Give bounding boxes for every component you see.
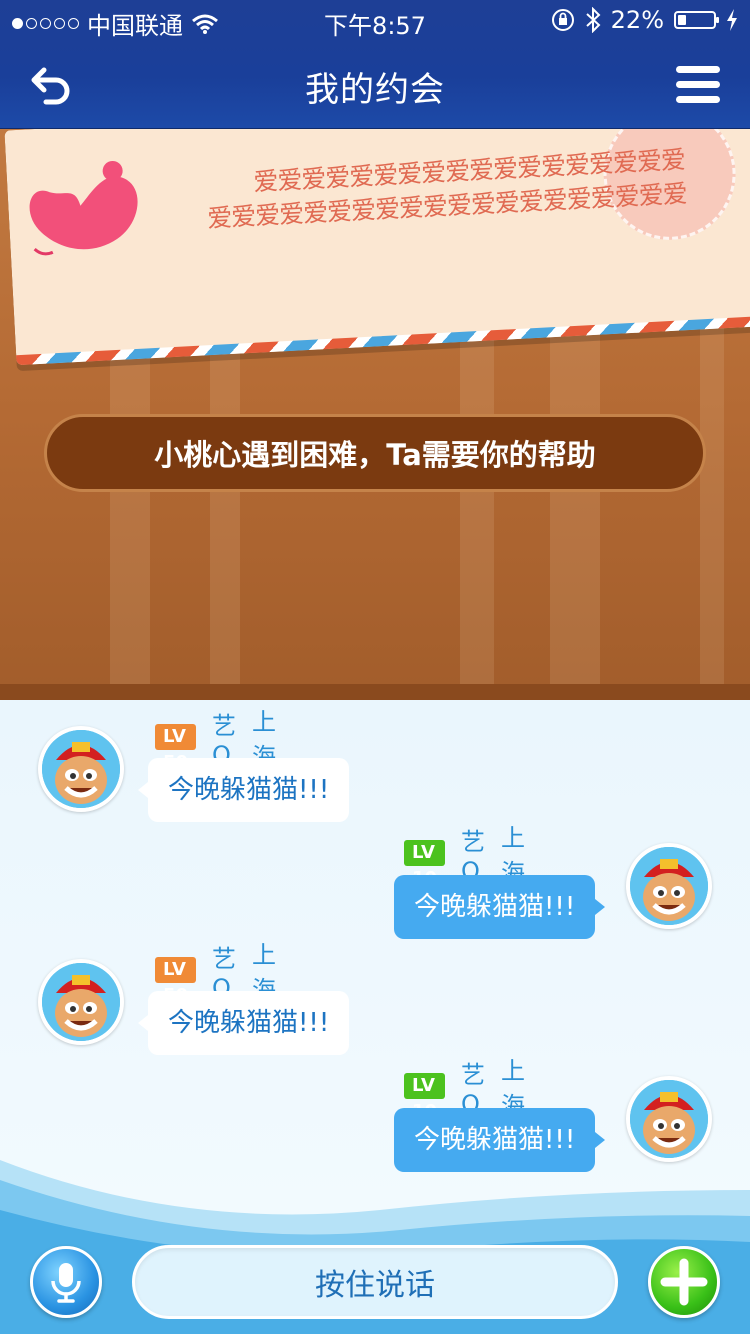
monkey-avatar-icon — [630, 1080, 708, 1158]
letter-text: 爱爱爱爱爱爱爱爱爱爱爱爱爱爱爱爱爱爱 爱爱爱爱爱爱爱爱爱爱爱爱爱爱爱爱爱爱爱爱 — [125, 143, 688, 240]
help-banner[interactable]: 小桃心遇到困难，Ta需要你的帮助 — [44, 414, 706, 492]
voice-mode-button[interactable] — [30, 1246, 102, 1318]
avatar[interactable] — [626, 1076, 712, 1162]
monkey-avatar-icon — [42, 963, 120, 1041]
message-bubble[interactable]: 今晚躲猫猫!!! — [394, 1108, 606, 1172]
battery-percent: 22% — [610, 6, 664, 34]
charging-icon — [727, 9, 737, 31]
menu-icon[interactable] — [676, 64, 720, 106]
avatar[interactable] — [626, 843, 712, 929]
message-bubble[interactable]: 今晚躲猫猫!!! — [394, 875, 606, 939]
more-options-button[interactable] — [648, 1246, 720, 1318]
top-header: 中国联通 下午8:57 22% 我的约会 — [0, 0, 750, 129]
microphone-icon — [51, 1263, 81, 1303]
status-bar: 中国联通 下午8:57 22% — [0, 0, 750, 40]
level-badge: LV 50 — [155, 957, 197, 1006]
monkey-avatar-icon — [630, 847, 708, 925]
level-badge: LV 10 — [404, 1073, 446, 1122]
hold-to-talk-button[interactable]: 按住说话 — [132, 1245, 618, 1319]
level-badge: LV 50 — [155, 724, 197, 773]
bluetooth-icon — [585, 7, 601, 33]
avatar[interactable] — [38, 959, 124, 1045]
date-scene: 爱爱爱爱爱爱爱爱爱爱爱爱爱爱爱爱爱爱 爱爱爱爱爱爱爱爱爱爱爱爱爱爱爱爱爱爱爱爱 … — [0, 128, 750, 700]
airmail-stripe — [16, 314, 750, 366]
page-title: 我的约会 — [305, 70, 445, 110]
battery-icon — [674, 11, 719, 29]
level-badge: LV 10 — [404, 840, 446, 889]
avatar[interactable] — [38, 726, 124, 812]
love-letter-card: 爱爱爱爱爱爱爱爱爱爱爱爱爱爱爱爱爱爱 爱爱爱爱爱爱爱爱爱爱爱爱爱爱爱爱爱爱爱爱 — [4, 128, 750, 366]
monkey-avatar-icon — [42, 730, 120, 808]
message-bubble[interactable]: 今晚躲猫猫!!! — [137, 758, 350, 822]
scene-floor — [0, 684, 750, 700]
plus-icon — [660, 1258, 708, 1306]
message-bubble[interactable]: 今晚躲猫猫!!! — [137, 991, 350, 1055]
orientation-lock-icon — [551, 9, 574, 31]
